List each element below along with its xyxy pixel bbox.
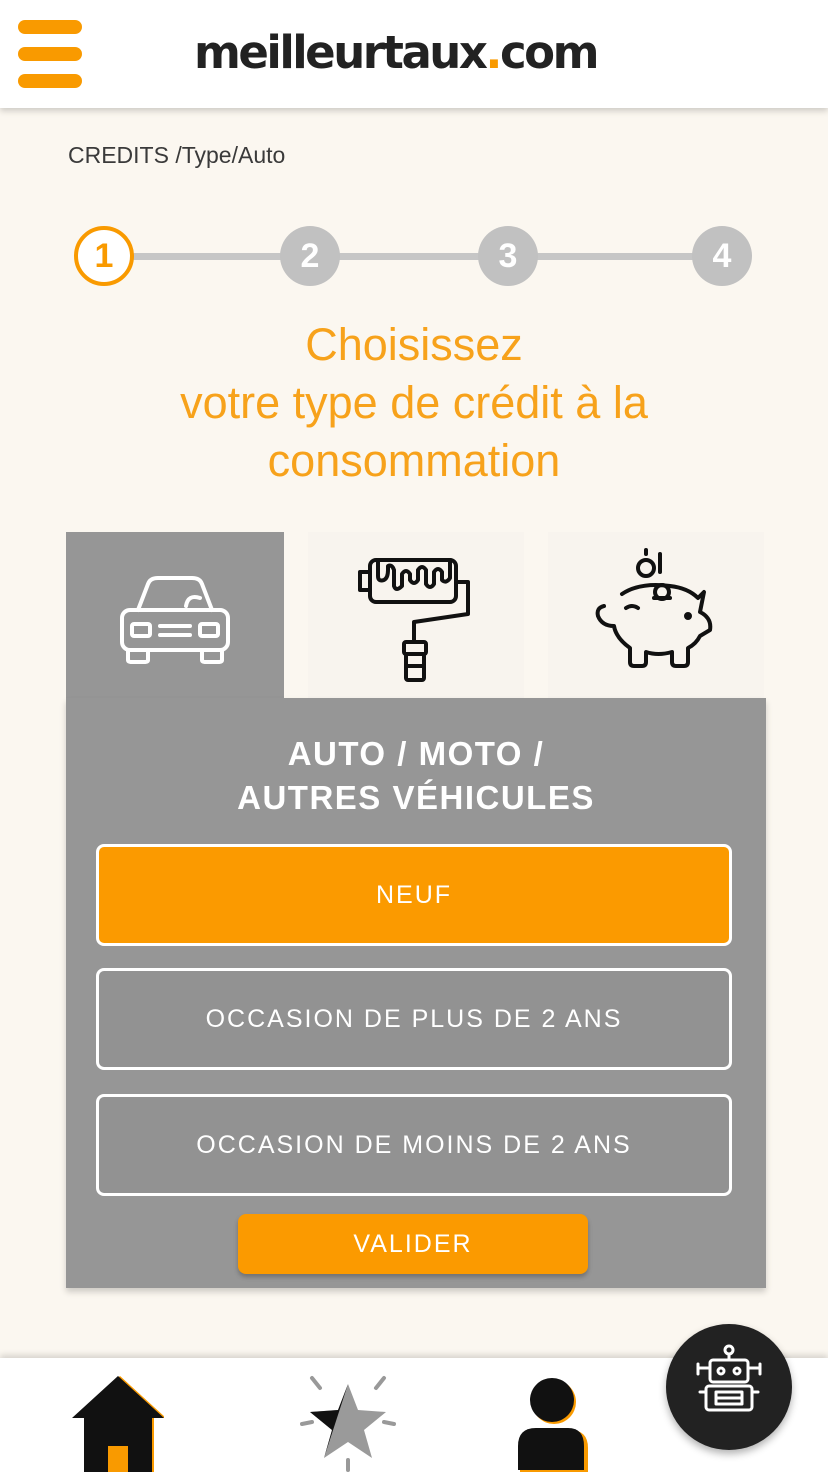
page: meilleurtaux.com CREDITS /Type/Auto 1 2 …	[0, 0, 828, 1472]
option-neuf-button[interactable]: NEUF	[96, 844, 732, 946]
piggy-bank-icon	[595, 548, 713, 668]
progress-stepper: 1 2 3 4	[74, 226, 752, 288]
breadcrumb: CREDITS /Type/Auto	[68, 142, 286, 168]
option-occasion-moins-2-ans-button[interactable]: OCCASION DE MOINS DE 2 ANS	[96, 1094, 732, 1196]
credit-type-panel: AUTO / MOTO / AUTRES VÉHICULES NEUF OCCA…	[66, 698, 766, 1288]
site-logo[interactable]: meilleurtaux.com	[194, 26, 599, 86]
tab-auto[interactable]	[66, 532, 284, 700]
user-icon[interactable]	[518, 1378, 588, 1472]
step-4: 4	[692, 226, 752, 286]
home-icon[interactable]	[72, 1376, 164, 1472]
robot-icon	[696, 1344, 762, 1412]
step-3: 3	[478, 226, 538, 286]
chatbot-button[interactable]	[666, 1324, 792, 1450]
logo-main: meilleurtaux	[194, 26, 488, 79]
paint-roller-icon	[358, 558, 470, 682]
car-icon	[120, 576, 230, 664]
step-1: 1	[74, 226, 134, 286]
panel-title: AUTO / MOTO / AUTRES VÉHICULES	[66, 732, 766, 820]
panel-title-line-1: AUTO / MOTO /	[287, 735, 545, 772]
app-header: meilleurtaux.com	[0, 0, 828, 108]
star-icon[interactable]	[298, 1372, 398, 1472]
logo-dot: .	[485, 26, 502, 79]
tab-travaux[interactable]	[308, 532, 524, 700]
page-title: Choisissez votre type de crédit à la con…	[64, 316, 764, 490]
title-line-2: votre type de crédit à la	[180, 377, 648, 428]
step-2: 2	[280, 226, 340, 286]
valider-button[interactable]: VALIDER	[238, 1214, 588, 1274]
option-occasion-plus-2-ans-button[interactable]: OCCASION DE PLUS DE 2 ANS	[96, 968, 732, 1070]
title-line-1: Choisissez	[305, 319, 523, 370]
panel-title-line-2: AUTRES VÉHICULES	[237, 779, 595, 816]
logo-tld: com	[499, 26, 599, 79]
tab-epargne[interactable]	[548, 532, 764, 700]
stepper-line	[104, 253, 722, 260]
title-line-3: consommation	[267, 435, 561, 486]
hamburger-menu-icon[interactable]	[18, 20, 82, 88]
